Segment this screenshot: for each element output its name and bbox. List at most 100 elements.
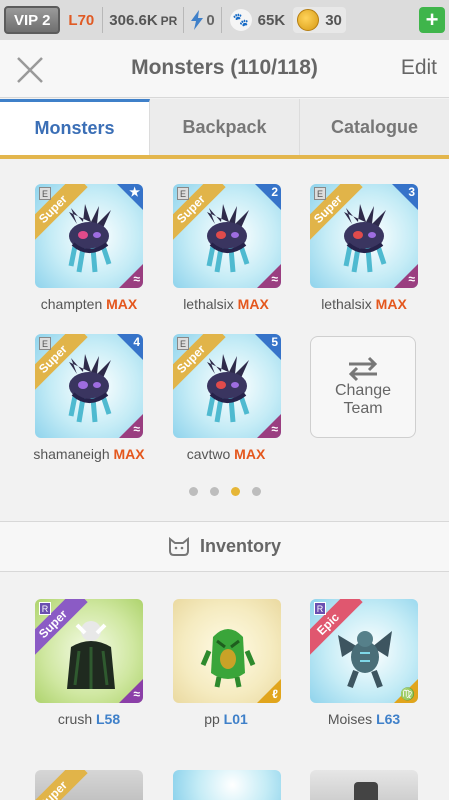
paw-icon: 🐾: [229, 9, 252, 31]
slot-number: 3: [408, 185, 415, 199]
power-rating: 306.6K PR: [107, 12, 179, 29]
monster-image: [354, 782, 378, 800]
lightning-icon: [191, 10, 204, 30]
max-label: MAX: [106, 296, 138, 312]
max-label: MAX: [234, 446, 266, 462]
water-element-icon: ≈: [133, 272, 140, 286]
status-bar: VIP 2 L70 306.6K PR 0 🐾 65K 30 +: [0, 0, 449, 40]
monster-name: champten: [40, 296, 103, 312]
change-team-label-line2: Team: [343, 400, 383, 417]
team-monster-name: lethalsix MAX: [151, 296, 301, 312]
monster-level: L58: [96, 711, 121, 727]
water-element-icon: ≈: [271, 272, 278, 286]
monster-name: pp: [204, 711, 220, 727]
water-element-icon: ≈: [271, 422, 278, 436]
page-dot[interactable]: [251, 487, 261, 496]
edition-badge: E: [177, 187, 189, 200]
monster-image: [200, 629, 256, 688]
monster-image: [338, 631, 392, 689]
page-indicator: [0, 487, 449, 496]
inventory-monster-card[interactable]: Super: [35, 770, 143, 800]
swap-icon: [348, 356, 378, 382]
vip-badge[interactable]: VIP 2: [4, 6, 61, 34]
power-value: 306.6K: [109, 11, 158, 29]
team-monster-card[interactable]: E Super 4 ≈: [35, 334, 143, 438]
page-dot-active[interactable]: [230, 487, 240, 496]
team-monster-card[interactable]: E Super ★ ≈: [35, 184, 143, 288]
team-monster-name: champten MAX: [14, 296, 164, 312]
add-currency-button[interactable]: +: [419, 7, 445, 33]
monster-image: [206, 354, 250, 423]
max-label: MAX: [237, 296, 269, 312]
monster-name: lethalsix: [321, 296, 372, 312]
monster-name: shamaneigh: [33, 446, 110, 462]
monster-image: [343, 204, 387, 273]
tab-divider: [0, 155, 449, 159]
leo-element-icon: ℓ: [272, 687, 278, 701]
water-element-icon: ≈: [408, 272, 415, 286]
edition-badge: E: [39, 337, 51, 350]
monster-name: lethalsix: [183, 296, 234, 312]
coin-counter[interactable]: 30: [293, 7, 346, 33]
team-monster-name: shamaneigh MAX: [14, 446, 164, 462]
monster-image: [206, 204, 250, 273]
rank-badge: R: [39, 602, 51, 615]
slot-number: 5: [271, 335, 278, 349]
tab-catalogue[interactable]: Catalogue: [300, 99, 449, 155]
monster-level: L01: [223, 711, 248, 727]
inventory-monster-name: Moises L63: [289, 711, 439, 727]
inventory-monster-card[interactable]: R Epic ♍: [310, 599, 418, 703]
page-header: Monsters (110/118) Edit: [0, 40, 449, 98]
inventory-header: Inventory: [0, 522, 449, 572]
inventory-monster-card[interactable]: [173, 770, 281, 800]
slot-number: 2: [271, 185, 278, 199]
team-monster-card[interactable]: E Super 2 ≈: [173, 184, 281, 288]
coin-icon: [297, 9, 320, 31]
player-level: L70: [68, 11, 95, 29]
monster-image: [68, 204, 112, 273]
team-monster-card[interactable]: E Super 5 ≈: [173, 334, 281, 438]
change-team-label-line1: Change: [334, 382, 392, 399]
inventory-label: Inventory: [199, 536, 282, 556]
max-label: MAX: [375, 296, 407, 312]
monster-name: cavtwo: [186, 446, 231, 462]
water-element-icon: ≈: [133, 687, 140, 701]
page-dot[interactable]: [209, 487, 219, 496]
tab-bar: Monsters Backpack Catalogue: [0, 99, 449, 155]
team-monster-name: cavtwo MAX: [151, 446, 301, 462]
monster-name: Moises: [327, 711, 373, 727]
monster-name: crush: [57, 711, 93, 727]
page-dot[interactable]: [188, 487, 198, 496]
monster-image: [68, 354, 112, 423]
rank-badge: R: [314, 602, 326, 615]
page-title: Monsters (110/118): [131, 56, 318, 79]
team-monster-card[interactable]: E Super 3 ≈: [310, 184, 418, 288]
star-icon: ★: [129, 185, 140, 199]
monster-level: L63: [376, 711, 401, 727]
inventory-monster-card[interactable]: [310, 770, 418, 800]
energy-value: 0: [206, 11, 215, 29]
edition-badge: E: [39, 187, 51, 200]
inventory-monster-card[interactable]: R Super ≈: [35, 599, 143, 703]
power-unit: PR: [160, 13, 178, 28]
virgo-element-icon: ♍: [400, 687, 415, 701]
inventory-monster-card[interactable]: ℓ: [173, 599, 281, 703]
cat-icon: [168, 536, 189, 556]
change-team-button[interactable]: Change Team: [310, 336, 416, 438]
paw-value: 65K: [257, 11, 286, 29]
energy-counter[interactable]: 0: [188, 10, 216, 30]
slot-number: 4: [133, 335, 140, 349]
edition-badge: E: [314, 187, 326, 200]
max-label: MAX: [113, 446, 145, 462]
tab-monsters[interactable]: Monsters: [0, 99, 150, 155]
paw-counter[interactable]: 🐾 65K: [226, 9, 290, 31]
tab-backpack[interactable]: Backpack: [150, 99, 300, 155]
divider: [183, 7, 185, 33]
water-element-icon: ≈: [133, 422, 140, 436]
edition-badge: E: [177, 337, 189, 350]
rarity-ribbon: Super: [35, 770, 88, 800]
edit-button[interactable]: Edit: [401, 56, 437, 80]
inventory-monster-name: pp L01: [151, 711, 301, 727]
team-monster-name: lethalsix MAX: [289, 296, 439, 312]
monster-image: [67, 621, 115, 689]
